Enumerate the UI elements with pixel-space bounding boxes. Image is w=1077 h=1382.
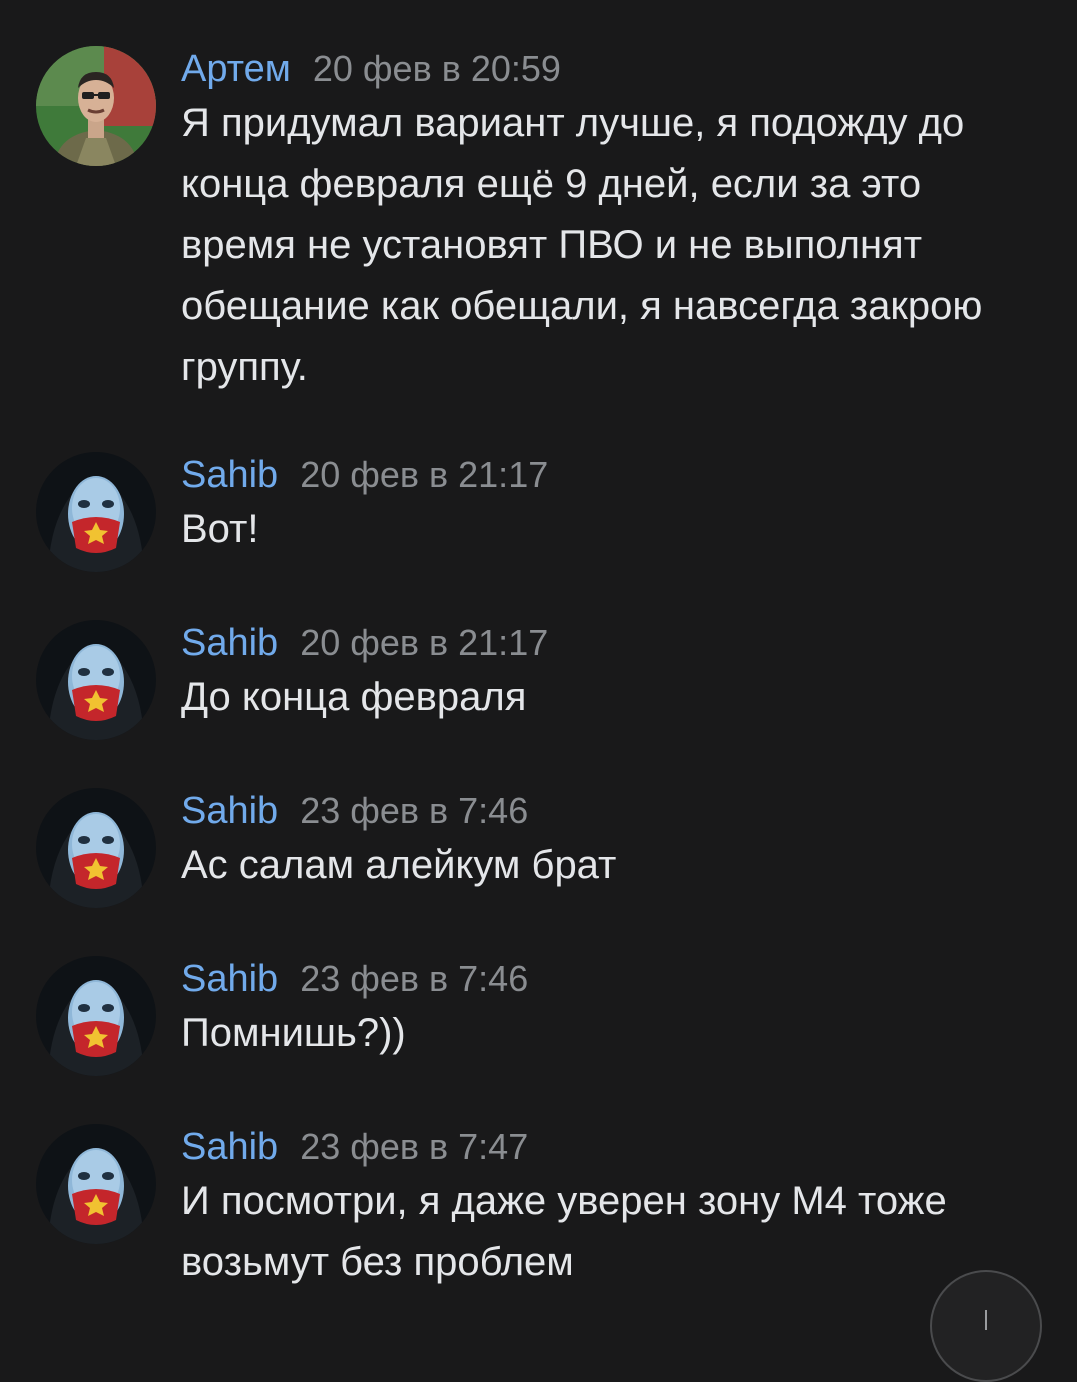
message-timestamp: 23 фев в 7:46 [300, 790, 529, 831]
message-header: Артем 20 фев в 20:59 [181, 46, 1011, 92]
message-header: Sahib 23 фев в 7:46 [181, 956, 1011, 1002]
author-name[interactable]: Sahib [181, 958, 278, 1000]
author-name[interactable]: Sahib [181, 790, 278, 832]
masked-face-avatar-icon [36, 452, 156, 572]
message-timestamp: 20 фев в 20:59 [312, 48, 561, 89]
message-header: Sahib 20 фев в 21:17 [181, 452, 1011, 498]
message-timestamp: 20 фев в 21:17 [300, 622, 549, 663]
message-content: Sahib 23 фев в 7:46 Ас салам алейкум брат [181, 788, 1011, 896]
avatar[interactable] [36, 1124, 156, 1244]
man-portrait-avatar-icon [36, 46, 156, 166]
message-header: Sahib 23 фев в 7:46 [181, 788, 1011, 834]
message-text: Я придумал вариант лучше, я подожду до к… [181, 101, 983, 389]
author-name[interactable]: Sahib [181, 1126, 278, 1168]
author-name[interactable]: Sahib [181, 622, 278, 664]
avatar[interactable] [36, 620, 156, 740]
message-timestamp: 23 фев в 7:46 [300, 958, 529, 999]
message-timestamp: 20 фев в 21:17 [300, 454, 549, 495]
masked-face-avatar-icon [36, 620, 156, 740]
message-timestamp: 23 фев в 7:47 [300, 1126, 529, 1167]
message-content: Sahib 20 фев в 21:17 Вот! [181, 452, 1011, 560]
masked-face-avatar-icon [36, 1124, 156, 1244]
avatar[interactable] [36, 46, 156, 166]
message-text: Ас салам алейкум брат [181, 843, 617, 887]
message-content: Sahib 20 фев в 21:17 До конца февраля [181, 620, 1011, 728]
message-header: Sahib 23 фев в 7:47 [181, 1124, 1011, 1170]
message-text: Вот! [181, 507, 259, 551]
message-content: Артем 20 фев в 20:59 Я придумал вариант л… [181, 46, 1011, 398]
avatar[interactable] [36, 956, 156, 1076]
author-name[interactable]: Sahib [181, 454, 278, 496]
avatar[interactable] [36, 788, 156, 908]
masked-face-avatar-icon [36, 956, 156, 1076]
scroll-down-button[interactable] [930, 1270, 1042, 1382]
avatar[interactable] [36, 452, 156, 572]
author-name[interactable]: Артем [181, 48, 291, 90]
message-text: До конца февраля [181, 675, 527, 719]
message-content: Sahib 23 фев в 7:47 И посмотри, я даже ув… [181, 1124, 1011, 1293]
message-content: Sahib 23 фев в 7:46 Помнишь?)) [181, 956, 1011, 1064]
arrow-down-icon [985, 1310, 987, 1330]
message-header: Sahib 20 фев в 21:17 [181, 620, 1011, 666]
chat-feed: Артем 20 фев в 20:59 Я придумал вариант л… [0, 0, 1077, 1322]
message-text: И посмотри, я даже уверен зону М4 тоже в… [181, 1179, 947, 1284]
message-text: Помнишь?)) [181, 1011, 406, 1055]
masked-face-avatar-icon [36, 788, 156, 908]
